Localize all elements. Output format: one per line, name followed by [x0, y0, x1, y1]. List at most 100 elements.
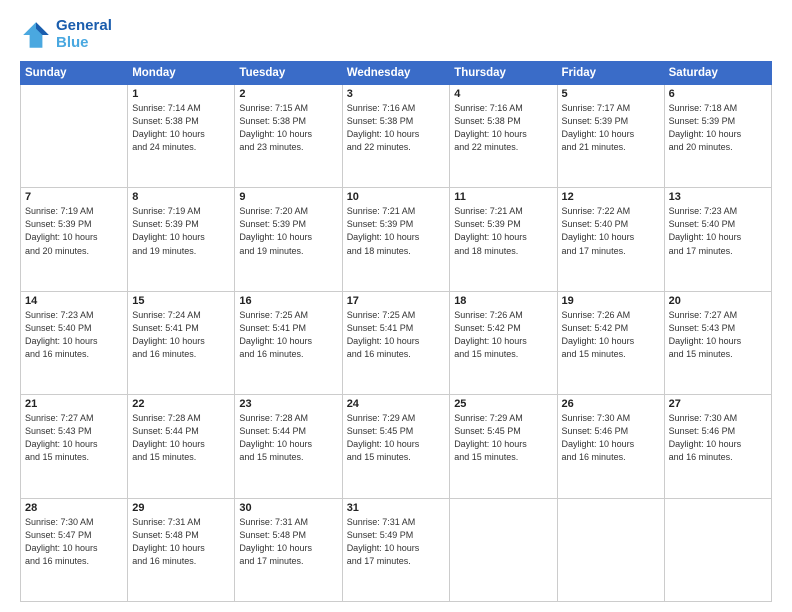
weekday-header-monday: Monday — [128, 62, 235, 85]
day-number: 26 — [562, 398, 660, 410]
day-number: 28 — [25, 502, 123, 514]
day-info: Sunrise: 7:28 AMSunset: 5:44 PMDaylight:… — [132, 412, 230, 464]
day-number: 6 — [669, 88, 767, 100]
calendar-cell: 20 Sunrise: 7:27 AMSunset: 5:43 PMDayligh… — [664, 291, 771, 394]
calendar-cell: 25 Sunrise: 7:29 AMSunset: 5:45 PMDayligh… — [450, 395, 557, 498]
calendar-cell — [557, 498, 664, 601]
calendar-cell: 30 Sunrise: 7:31 AMSunset: 5:48 PMDayligh… — [235, 498, 342, 601]
calendar-cell: 18 Sunrise: 7:26 AMSunset: 5:42 PMDayligh… — [450, 291, 557, 394]
day-info: Sunrise: 7:27 AMSunset: 5:43 PMDaylight:… — [669, 309, 767, 361]
day-number: 11 — [454, 191, 552, 203]
weekday-header-thursday: Thursday — [450, 62, 557, 85]
calendar-cell: 27 Sunrise: 7:30 AMSunset: 5:46 PMDayligh… — [664, 395, 771, 498]
day-number: 23 — [239, 398, 337, 410]
day-info: Sunrise: 7:19 AMSunset: 5:39 PMDaylight:… — [25, 205, 123, 257]
weekday-header-sunday: Sunday — [21, 62, 128, 85]
calendar-header: SundayMondayTuesdayWednesdayThursdayFrid… — [21, 62, 772, 85]
day-info: Sunrise: 7:27 AMSunset: 5:43 PMDaylight:… — [25, 412, 123, 464]
weekday-header-saturday: Saturday — [664, 62, 771, 85]
day-info: Sunrise: 7:30 AMSunset: 5:46 PMDaylight:… — [669, 412, 767, 464]
day-info: Sunrise: 7:25 AMSunset: 5:41 PMDaylight:… — [239, 309, 337, 361]
day-info: Sunrise: 7:14 AMSunset: 5:38 PMDaylight:… — [132, 102, 230, 154]
calendar-cell: 29Sunrise: 7:31 AMSunset: 5:48 PMDayligh… — [128, 498, 235, 601]
calendar-cell: 1Sunrise: 7:14 AMSunset: 5:38 PMDaylight… — [128, 85, 235, 188]
day-number: 24 — [347, 398, 446, 410]
calendar-cell — [664, 498, 771, 601]
day-info: Sunrise: 7:22 AMSunset: 5:40 PMDaylight:… — [562, 205, 660, 257]
logo-icon — [20, 19, 52, 51]
calendar-cell: 15 Sunrise: 7:24 AMSunset: 5:41 PMDayligh… — [128, 291, 235, 394]
calendar-cell: 10 Sunrise: 7:21 AMSunset: 5:39 PMDayligh… — [342, 188, 450, 291]
day-info: Sunrise: 7:23 AMSunset: 5:40 PMDaylight:… — [25, 309, 123, 361]
weekday-header-wednesday: Wednesday — [342, 62, 450, 85]
calendar-cell: 6 Sunrise: 7:18 AMSunset: 5:39 PMDaylight… — [664, 85, 771, 188]
calendar-cell: 13 Sunrise: 7:23 AMSunset: 5:40 PMDayligh… — [664, 188, 771, 291]
calendar-cell: 23Sunrise: 7:28 AMSunset: 5:44 PMDayligh… — [235, 395, 342, 498]
day-number: 13 — [669, 191, 767, 203]
calendar-cell: 3Sunrise: 7:16 AMSunset: 5:38 PMDaylight… — [342, 85, 450, 188]
calendar-cell: 26 Sunrise: 7:30 AMSunset: 5:46 PMDayligh… — [557, 395, 664, 498]
week-row-1: 7 Sunrise: 7:19 AMSunset: 5:39 PMDaylight… — [21, 188, 772, 291]
day-info: Sunrise: 7:21 AMSunset: 5:39 PMDaylight:… — [454, 205, 552, 257]
calendar-cell: 5Sunrise: 7:17 AMSunset: 5:39 PMDaylight… — [557, 85, 664, 188]
day-number: 16 — [239, 295, 337, 307]
day-number: 8 — [132, 191, 230, 203]
calendar-cell: 22 Sunrise: 7:28 AMSunset: 5:44 PMDayligh… — [128, 395, 235, 498]
day-info: Sunrise: 7:29 AMSunset: 5:45 PMDaylight:… — [454, 412, 552, 464]
day-info: Sunrise: 7:29 AMSunset: 5:45 PMDaylight:… — [347, 412, 446, 464]
calendar-cell: 24 Sunrise: 7:29 AMSunset: 5:45 PMDayligh… — [342, 395, 450, 498]
day-info: Sunrise: 7:30 AMSunset: 5:46 PMDaylight:… — [562, 412, 660, 464]
day-number: 2 — [239, 88, 337, 100]
page: General Blue SundayMondayTuesdayWednesda… — [0, 0, 792, 612]
day-number: 22 — [132, 398, 230, 410]
day-info: Sunrise: 7:23 AMSunset: 5:40 PMDaylight:… — [669, 205, 767, 257]
calendar-cell: 28Sunrise: 7:30 AMSunset: 5:47 PMDayligh… — [21, 498, 128, 601]
day-info: Sunrise: 7:18 AMSunset: 5:39 PMDaylight:… — [669, 102, 767, 154]
day-number: 9 — [239, 191, 337, 203]
day-number: 5 — [562, 88, 660, 100]
week-row-3: 21 Sunrise: 7:27 AMSunset: 5:43 PMDayligh… — [21, 395, 772, 498]
calendar-cell: 2Sunrise: 7:15 AMSunset: 5:38 PMDaylight… — [235, 85, 342, 188]
calendar-cell: 19 Sunrise: 7:26 AMSunset: 5:42 PMDayligh… — [557, 291, 664, 394]
calendar-body: 1Sunrise: 7:14 AMSunset: 5:38 PMDaylight… — [21, 85, 772, 602]
logo: General Blue — [20, 18, 112, 51]
calendar-cell: 4Sunrise: 7:16 AMSunset: 5:38 PMDaylight… — [450, 85, 557, 188]
logo-text: General Blue — [56, 18, 112, 51]
day-number: 14 — [25, 295, 123, 307]
day-number: 31 — [347, 502, 446, 514]
day-number: 10 — [347, 191, 446, 203]
calendar-cell: 31Sunrise: 7:31 AMSunset: 5:49 PMDayligh… — [342, 498, 450, 601]
calendar-cell: 8 Sunrise: 7:19 AMSunset: 5:39 PMDaylight… — [128, 188, 235, 291]
day-number: 27 — [669, 398, 767, 410]
calendar-cell: 7 Sunrise: 7:19 AMSunset: 5:39 PMDaylight… — [21, 188, 128, 291]
day-number: 20 — [669, 295, 767, 307]
day-info: Sunrise: 7:24 AMSunset: 5:41 PMDaylight:… — [132, 309, 230, 361]
week-row-0: 1Sunrise: 7:14 AMSunset: 5:38 PMDaylight… — [21, 85, 772, 188]
calendar-cell: 17Sunrise: 7:25 AMSunset: 5:41 PMDayligh… — [342, 291, 450, 394]
calendar-cell — [21, 85, 128, 188]
week-row-2: 14 Sunrise: 7:23 AMSunset: 5:40 PMDayligh… — [21, 291, 772, 394]
calendar-cell: 12Sunrise: 7:22 AMSunset: 5:40 PMDayligh… — [557, 188, 664, 291]
day-info: Sunrise: 7:19 AMSunset: 5:39 PMDaylight:… — [132, 205, 230, 257]
day-number: 18 — [454, 295, 552, 307]
day-info: Sunrise: 7:26 AMSunset: 5:42 PMDaylight:… — [562, 309, 660, 361]
calendar-cell: 21 Sunrise: 7:27 AMSunset: 5:43 PMDayligh… — [21, 395, 128, 498]
calendar-cell: 9 Sunrise: 7:20 AMSunset: 5:39 PMDaylight… — [235, 188, 342, 291]
weekday-header-tuesday: Tuesday — [235, 62, 342, 85]
calendar-cell: 16 Sunrise: 7:25 AMSunset: 5:41 PMDayligh… — [235, 291, 342, 394]
day-number: 21 — [25, 398, 123, 410]
day-info: Sunrise: 7:31 AMSunset: 5:48 PMDaylight:… — [239, 516, 337, 568]
calendar-cell: 11 Sunrise: 7:21 AMSunset: 5:39 PMDayligh… — [450, 188, 557, 291]
day-info: Sunrise: 7:26 AMSunset: 5:42 PMDaylight:… — [454, 309, 552, 361]
day-number: 25 — [454, 398, 552, 410]
day-info: Sunrise: 7:20 AMSunset: 5:39 PMDaylight:… — [239, 205, 337, 257]
day-number: 7 — [25, 191, 123, 203]
day-info: Sunrise: 7:16 AMSunset: 5:38 PMDaylight:… — [347, 102, 446, 154]
day-number: 30 — [239, 502, 337, 514]
day-info: Sunrise: 7:25 AMSunset: 5:41 PMDaylight:… — [347, 309, 446, 361]
day-number: 19 — [562, 295, 660, 307]
day-info: Sunrise: 7:31 AMSunset: 5:48 PMDaylight:… — [132, 516, 230, 568]
day-number: 15 — [132, 295, 230, 307]
day-info: Sunrise: 7:21 AMSunset: 5:39 PMDaylight:… — [347, 205, 446, 257]
weekday-header-row: SundayMondayTuesdayWednesdayThursdayFrid… — [21, 62, 772, 85]
